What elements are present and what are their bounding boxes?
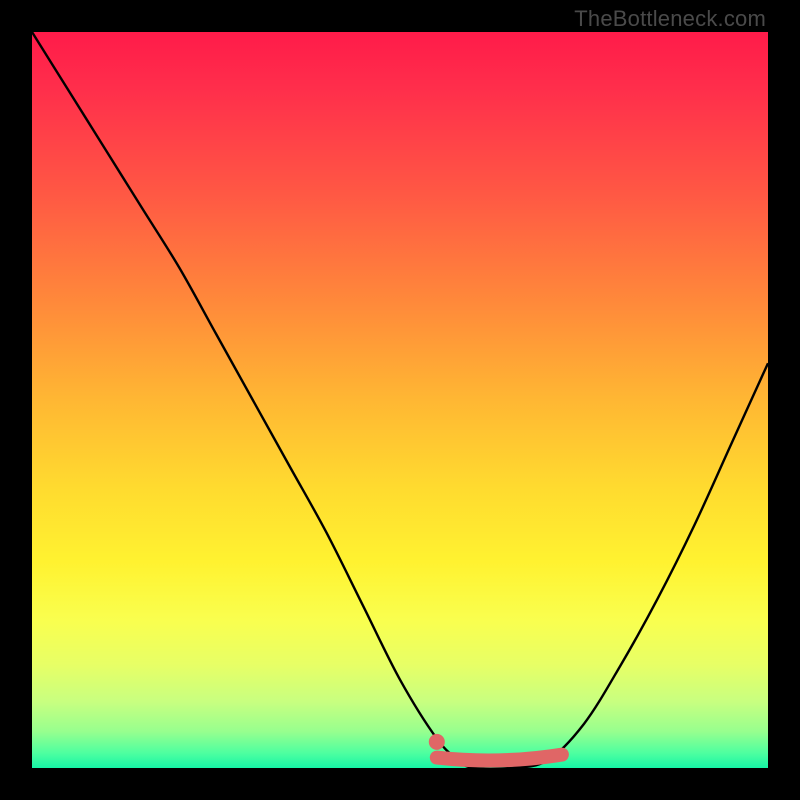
optimal-range-highlight xyxy=(437,755,562,761)
bottleneck-curve xyxy=(32,32,768,769)
plot-area xyxy=(32,32,768,768)
selected-point-marker xyxy=(429,734,445,750)
watermark-text: TheBottleneck.com xyxy=(574,6,766,32)
chart-frame: TheBottleneck.com xyxy=(0,0,800,800)
curve-layer xyxy=(32,32,768,768)
